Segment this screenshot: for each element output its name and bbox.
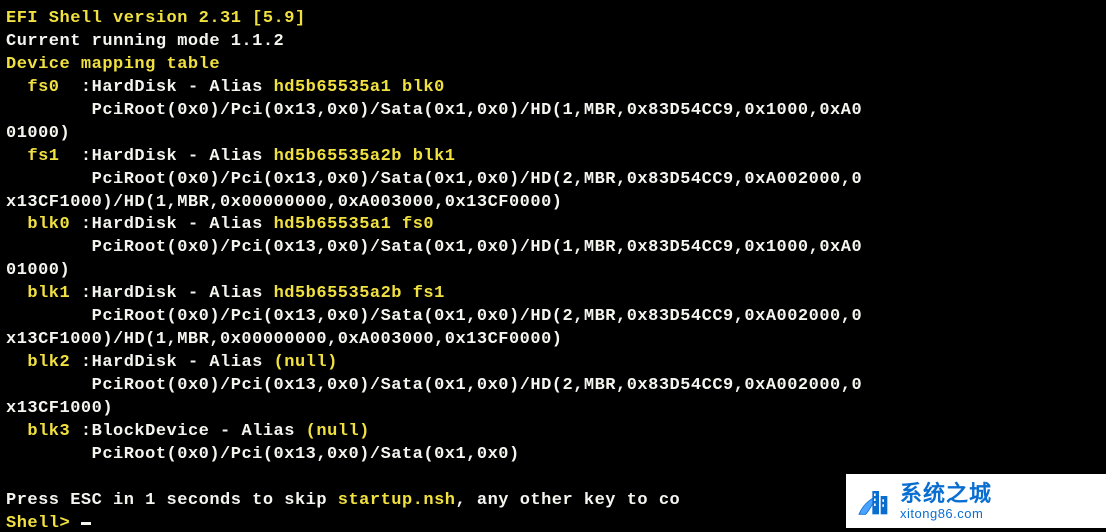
entry-blk2-header: blk2 :HardDisk - Alias (null) [6,352,1100,375]
shell-prompt: Shell> [6,514,81,532]
efi-shell-screen[interactable]: EFI Shell version 2.31 [5.9] Current run… [0,0,1106,532]
alias-label: Alias [209,284,263,303]
cursor-icon [81,522,91,525]
entry-fs0-path: PciRoot(0x0)/Pci(0x13,0x0)/Sata(0x1,0x0)… [6,100,1100,123]
startup-file: startup.nsh [338,491,456,510]
entry-type: BlockDevice [92,422,210,441]
building-icon [854,481,894,521]
entry-name: blk3 [27,422,70,441]
alias-label: Alias [209,215,263,234]
entry-type: HardDisk [92,353,178,372]
entry-name: blk1 [27,284,70,303]
entry-blk1-header: blk1 :HardDisk - Alias hd5b65535a2b fs1 [6,283,1100,306]
entry-blk2-path: PciRoot(0x0)/Pci(0x13,0x0)/Sata(0x1,0x0)… [6,375,1100,398]
entry-type: HardDisk [92,284,178,303]
alias-label: Alias [241,422,295,441]
entry-fs1-path: PciRoot(0x0)/Pci(0x13,0x0)/Sata(0x1,0x0)… [6,169,1100,192]
entry-alias: hd5b65535a1 blk0 [274,78,445,97]
entry-fs0-path-cont: 01000) [6,123,1100,146]
shell-version: EFI Shell version 2.31 [5.9] [6,9,306,28]
entry-name: fs0 [27,78,59,97]
entry-type: HardDisk [92,215,178,234]
alias-label: Alias [209,353,263,372]
entry-name: blk2 [27,353,70,372]
entry-blk1-path-cont: x13CF1000)/HD(1,MBR,0x00000000,0xA003000… [6,329,1100,352]
entry-name: blk0 [27,215,70,234]
entry-name: fs1 [27,147,59,166]
entry-type: HardDisk [92,78,178,97]
alias-label: Alias [209,78,263,97]
entry-blk0-header: blk0 :HardDisk - Alias hd5b65535a1 fs0 [6,214,1100,237]
watermark-url: xitong86.com [900,507,992,520]
entry-blk1-path: PciRoot(0x0)/Pci(0x13,0x0)/Sata(0x1,0x0)… [6,306,1100,329]
watermark: 系统之城 xitong86.com [846,474,1106,528]
entry-fs0-header: fs0 :HardDisk - Alias hd5b65535a1 blk0 [6,77,1100,100]
watermark-title: 系统之城 [900,483,992,505]
entry-blk0-path-cont: 01000) [6,260,1100,283]
entry-blk2-path-cont: x13CF1000) [6,398,1100,421]
entry-fs1-path-cont: x13CF1000)/HD(1,MBR,0x00000000,0xA003000… [6,192,1100,215]
running-mode: Current running mode 1.1.2 [6,32,284,51]
entry-blk3-path: PciRoot(0x0)/Pci(0x13,0x0)/Sata(0x1,0x0) [6,444,1100,467]
mapping-header: Device mapping table [6,55,220,74]
entry-type: HardDisk [92,147,178,166]
alias-label: Alias [209,147,263,166]
entry-alias: hd5b65535a1 fs0 [274,215,435,234]
entry-blk3-header: blk3 :BlockDevice - Alias (null) [6,421,1100,444]
entry-alias: (null) [306,422,370,441]
entry-alias: (null) [274,353,338,372]
entry-blk0-path: PciRoot(0x0)/Pci(0x13,0x0)/Sata(0x1,0x0)… [6,237,1100,260]
entry-alias: hd5b65535a2b blk1 [274,147,456,166]
entry-alias: hd5b65535a2b fs1 [274,284,445,303]
entry-fs1-header: fs1 :HardDisk - Alias hd5b65535a2b blk1 [6,146,1100,169]
